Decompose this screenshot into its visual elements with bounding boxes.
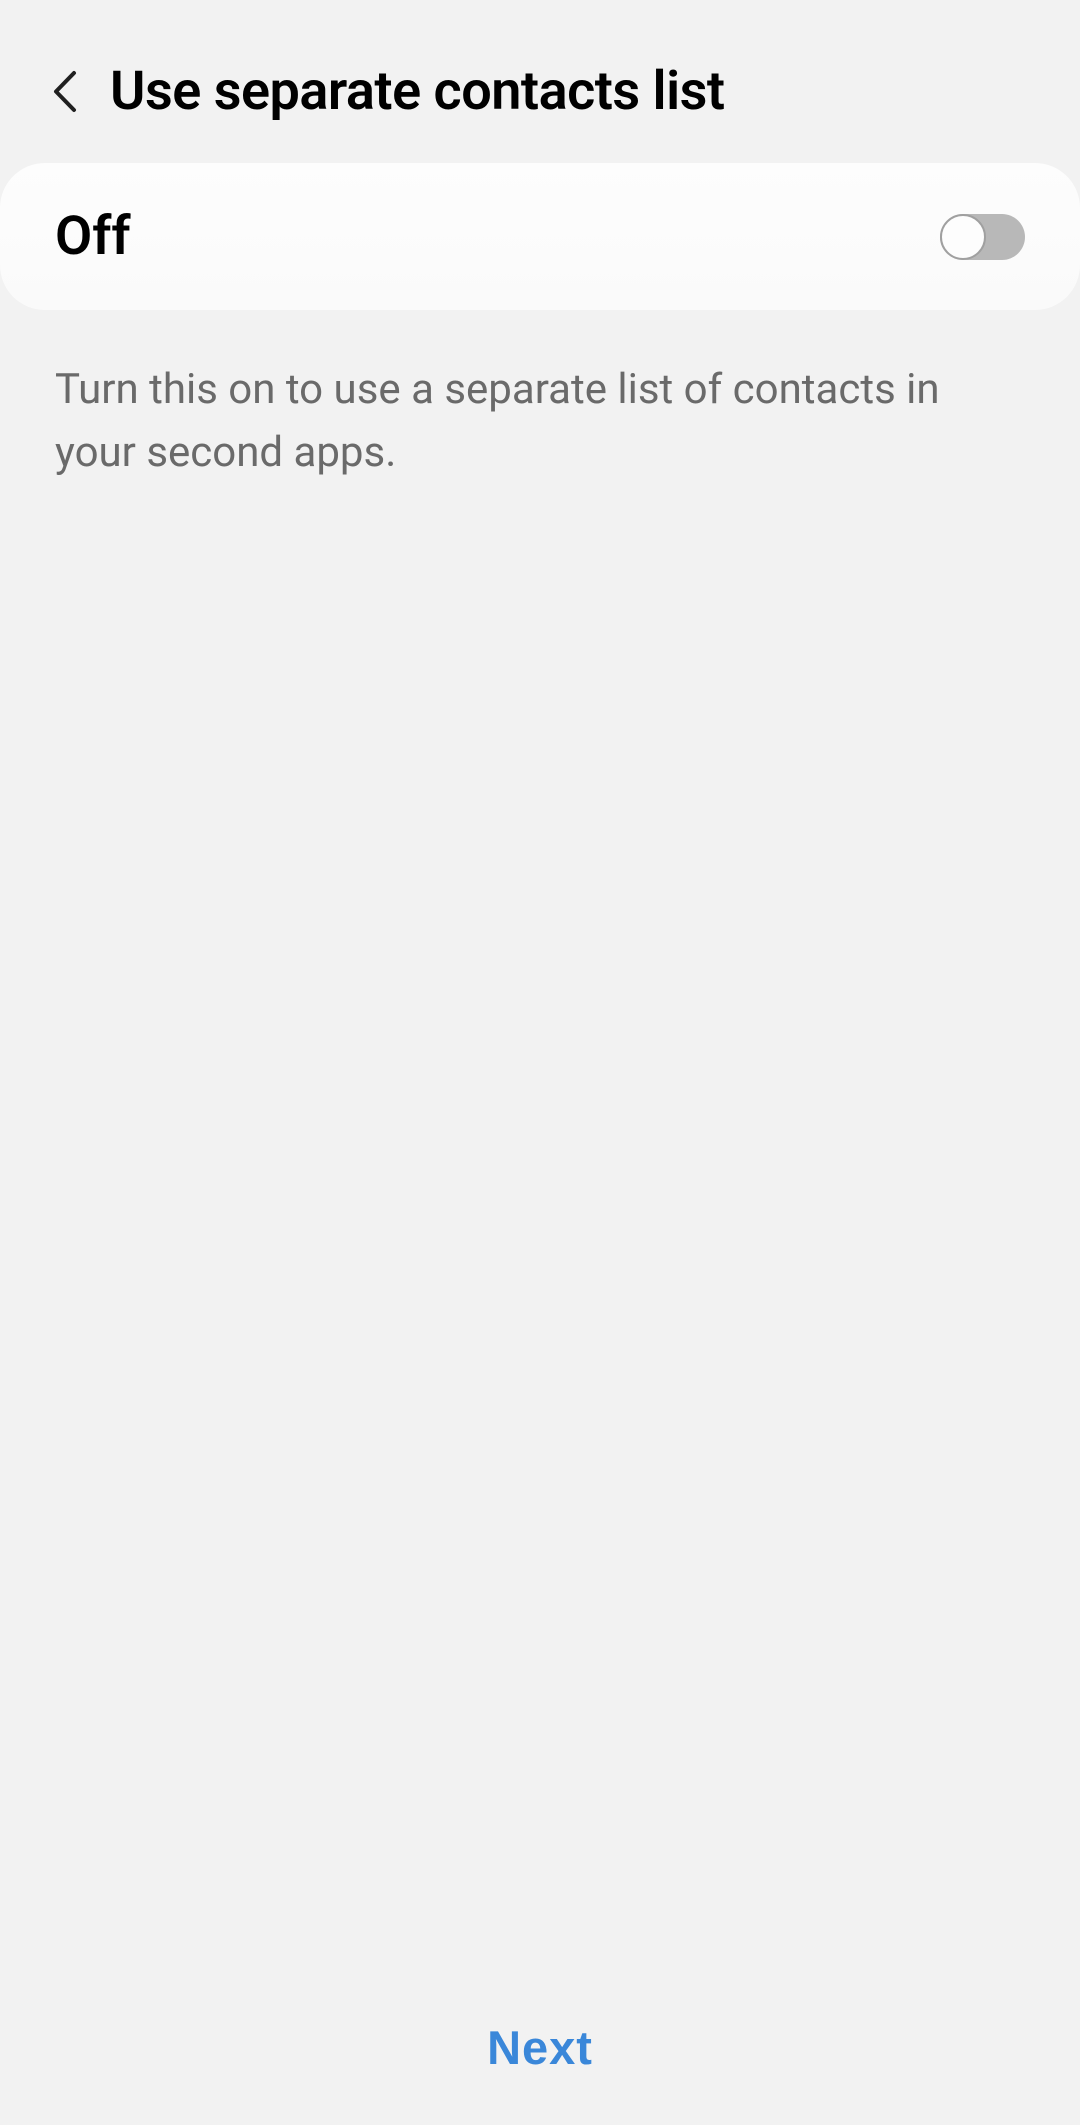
- toggle-switch[interactable]: [940, 214, 1025, 260]
- next-button[interactable]: Next: [487, 2020, 593, 2075]
- toggle-card[interactable]: Off: [0, 163, 1080, 310]
- toggle-state-label: Off: [55, 205, 131, 268]
- back-icon[interactable]: [50, 69, 80, 114]
- toggle-thumb: [940, 214, 986, 260]
- header: Use separate contacts list: [0, 0, 1080, 163]
- description-text: Turn this on to use a separate list of c…: [0, 310, 1080, 532]
- footer: Next: [0, 1970, 1080, 2125]
- page-title: Use separate contacts list: [110, 60, 725, 123]
